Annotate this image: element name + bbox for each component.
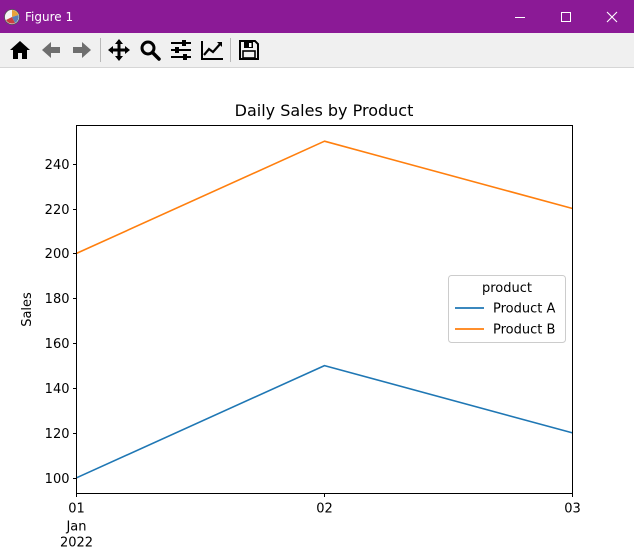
y-tick-label: 140	[45, 382, 70, 397]
y-tick-label: 160	[45, 337, 70, 352]
x-tick-sublabel: 2022	[60, 536, 93, 548]
close-button[interactable]	[589, 0, 634, 33]
y-tick-label: 120	[45, 427, 70, 442]
minimize-icon	[515, 16, 525, 18]
edit-axis-button[interactable]	[199, 37, 225, 63]
legend-title: product	[482, 281, 532, 296]
chart-title: Daily Sales by Product	[235, 101, 414, 120]
pan-button[interactable]	[106, 37, 132, 63]
back-button[interactable]	[38, 37, 64, 63]
toolbar-separator	[230, 38, 231, 62]
forward-button[interactable]	[69, 37, 95, 63]
minimize-button[interactable]	[497, 0, 543, 33]
arrow-right-icon	[73, 42, 91, 58]
app-icon	[4, 9, 20, 25]
figure-canvas[interactable]: Daily Sales by Product Sales 100 120 140 16…	[0, 68, 634, 551]
series-line-product-b	[76, 140, 573, 255]
x-tick-sublabel: Jan	[65, 520, 86, 535]
arrow-left-icon	[42, 42, 60, 58]
line-chart: Daily Sales by Product Sales 100 120 140 16…	[20, 101, 581, 551]
y-axis-label: Sales	[20, 292, 35, 327]
x-tick-label: 01	[68, 502, 85, 517]
close-icon	[606, 11, 618, 22]
toolbar-separator	[100, 38, 101, 62]
configure-subplots-button[interactable]	[168, 37, 194, 63]
home-icon	[10, 41, 30, 59]
save-button[interactable]	[236, 37, 262, 63]
window-title: Figure 1	[25, 10, 74, 24]
home-button[interactable]	[7, 37, 33, 63]
series-line-product-a	[76, 364, 573, 479]
y-tick-label: 200	[45, 247, 70, 262]
y-tick-label: 220	[45, 203, 70, 218]
y-tick-label: 100	[45, 472, 70, 487]
y-tick-label: 240	[45, 158, 70, 173]
maximize-icon	[561, 11, 571, 22]
x-tick-label: 03	[564, 502, 581, 517]
line-chart-icon	[201, 41, 223, 60]
maximize-button[interactable]	[543, 0, 589, 33]
window-title-bar: Figure 1	[0, 0, 634, 33]
zoom-button[interactable]	[137, 37, 163, 63]
legend-label: Product A	[493, 302, 555, 317]
x-axis: 01 Jan2022 02 03	[60, 493, 581, 551]
floppy-disk-icon	[239, 40, 259, 60]
legend-label: Product B	[493, 323, 555, 338]
x-tick-label: 02	[316, 502, 333, 517]
y-axis: 100 120 140 160 180 200 220 240	[45, 158, 77, 487]
legend: product Product A Product B	[448, 275, 566, 343]
sliders-icon	[171, 40, 191, 60]
navigation-toolbar	[0, 33, 634, 68]
magnifier-icon	[140, 40, 161, 61]
y-tick-label: 180	[45, 292, 70, 307]
move-icon	[108, 39, 130, 61]
